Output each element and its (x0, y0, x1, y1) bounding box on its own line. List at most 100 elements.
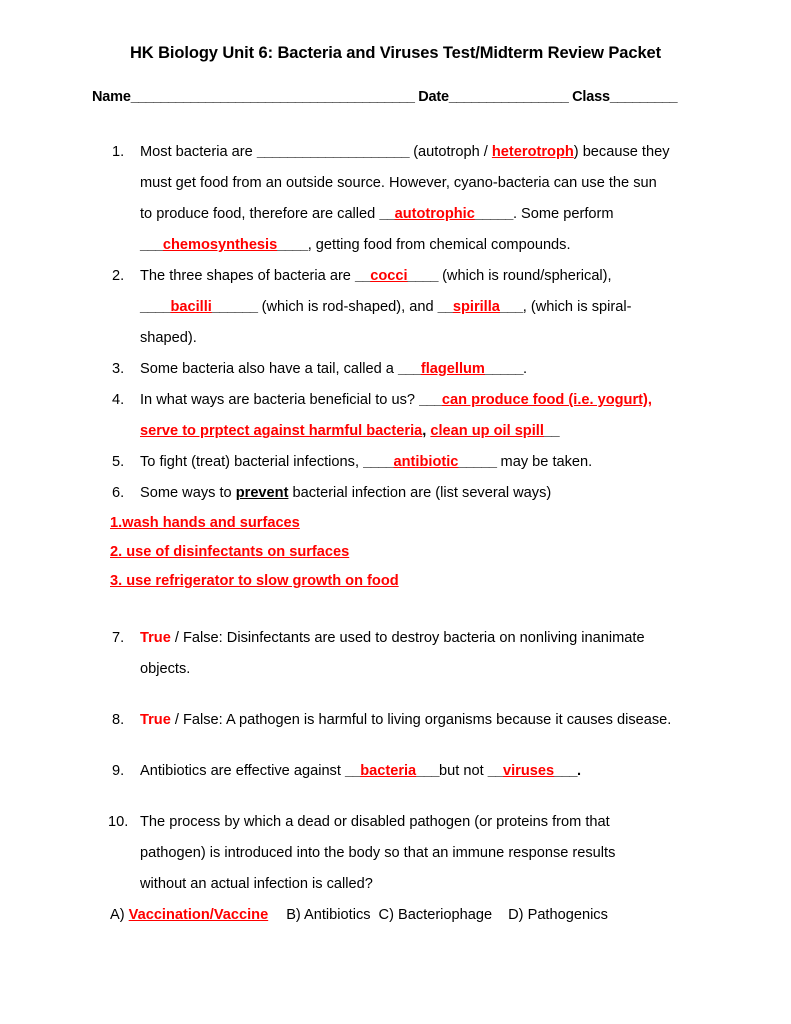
question-3: 3. Some bacteria also have a tail, calle… (0, 354, 791, 385)
q2-blank-2-pre[interactable]: ____ (140, 299, 171, 315)
q9-blank-2-pre[interactable]: __ (488, 763, 504, 779)
q2-text-b: (which is round/spherical), (438, 268, 612, 284)
q3-blank-pre[interactable]: ___ (398, 361, 421, 377)
question-7: 7. True / False: Disinfectants are used … (0, 623, 791, 685)
question-5: 5. To fight (treat) bacterial infections… (0, 447, 791, 478)
question-10-line-1: The process by which a dead or disabled … (140, 814, 610, 830)
question-10-line-2: pathogen) is introduced into the body so… (140, 845, 616, 861)
question-4: 4. In what ways are bacteria beneficial … (0, 385, 791, 447)
choice-c[interactable]: C) Bacteriophage (379, 907, 493, 923)
worksheet-page: HK Biology Unit 6: Bacteria and Viruses … (0, 0, 791, 1024)
q9-text-a: Antibiotics are effective against (140, 763, 345, 779)
question-6-answer-1: 1.wash hands and surfaces (0, 509, 791, 538)
question-6-number: 6. (112, 485, 125, 501)
q6-answer-text-1: 1.wash hands and surfaces (110, 515, 300, 531)
q1-text-e: . Some perform (512, 206, 614, 222)
question-1-number: 1. (112, 144, 125, 160)
q1-answer-chemosynthesis: chemosynthesis (162, 237, 278, 253)
q4-text-a: In what ways are bacteria beneficial to … (140, 392, 420, 408)
q9-blank-2-post[interactable]: ___ (554, 763, 577, 779)
question-1-line-1: Most bacteria are ____________________ (… (140, 137, 706, 168)
q9-answer-bacteria: bacteria (360, 763, 417, 779)
class-blank[interactable]: _________ (610, 89, 678, 105)
q9-blank-1-post[interactable]: ___ (416, 763, 439, 779)
q6-emphasis-prevent: prevent (235, 485, 289, 501)
q4-answer-part-3: clean up oil spill (430, 423, 544, 439)
q4-blank-post[interactable]: __ (544, 423, 560, 439)
q9-text-b: but not (439, 763, 488, 779)
question-9: 9. Antibiotics are effective against __b… (0, 756, 791, 787)
q2-blank-3-post[interactable]: ___ (500, 299, 523, 315)
question-10-number: 10. (108, 814, 129, 830)
question-9-line-1: Antibiotics are effective against __bact… (140, 756, 706, 787)
q1-blank-3-pre[interactable]: ___ (140, 237, 163, 253)
class-label: Class (572, 89, 610, 105)
q6-text-b: bacterial infection are (list several wa… (288, 485, 552, 501)
question-2: 2. The three shapes of bacteria are __co… (0, 261, 791, 354)
q3-blank-post[interactable]: _____ (485, 361, 524, 377)
name-blank[interactable]: ______________________________________ (131, 89, 415, 105)
question-8: 8. True / False: A pathogen is harmful t… (0, 705, 791, 736)
question-10-choices: A) Vaccination/Vaccine B) Antibiotics C) B… (0, 900, 791, 931)
question-6-answer-3: 3. use refrigerator to slow growth on fo… (0, 567, 791, 596)
q2-blank-1-pre[interactable]: __ (355, 268, 371, 284)
question-2-number: 2. (112, 268, 125, 284)
date-blank[interactable]: ________________ (449, 89, 569, 105)
choice-a-answer[interactable]: Vaccination/Vaccine (129, 907, 269, 923)
q5-text-a: To fight (treat) bacterial infections, (140, 454, 364, 470)
question-1-line-4: ___chemosynthesis____, getting food from… (140, 230, 706, 261)
q1-text-a: Most bacteria are (140, 144, 257, 160)
question-8-line-1: True / False: A pathogen is harmful to l… (140, 705, 706, 736)
question-10-line-3: without an actual infection is called? (140, 876, 373, 892)
q1-text-c: ) because they (573, 144, 670, 160)
question-2-line-2: ____bacilli______ (which is rod-shaped),… (140, 292, 706, 323)
q1-blank-2-pre[interactable]: __ (379, 206, 395, 222)
question-5-line-1: To fight (treat) bacterial infections, _… (140, 447, 706, 478)
q4-blank-pre[interactable]: ___ (419, 392, 442, 408)
date-label: Date (418, 89, 449, 105)
q1-answer-autotrophic: autotrophic (394, 206, 475, 222)
q7-text-a: / False: Disinfectants are used to destr… (170, 630, 645, 646)
q3-text-a: Some bacteria also have a tail, called a (140, 361, 398, 377)
q8-text-a: / False: A pathogen is harmful to living… (170, 712, 672, 728)
spacer-before-q10 (0, 787, 791, 807)
question-3-number: 3. (112, 361, 125, 377)
q8-answer-true: True (140, 712, 171, 728)
q2-answer-spirilla: spirilla (452, 299, 500, 315)
question-7-number: 7. (112, 630, 125, 646)
q5-text-b: may be taken. (496, 454, 593, 470)
q2-blank-2-post[interactable]: ______ (212, 299, 258, 315)
q1-text-b: (autotroph / (409, 144, 492, 160)
q9-answer-viruses: viruses (502, 763, 555, 779)
question-5-number: 5. (112, 454, 125, 470)
q2-text-d: , (which is spiral- (522, 299, 632, 315)
q9-blank-1-pre[interactable]: __ (345, 763, 361, 779)
q1-text-f: , getting food from chemical compounds. (307, 237, 571, 253)
name-label: Name (92, 89, 131, 105)
q9-text-c: . (576, 763, 581, 779)
q1-blank-1[interactable]: ____________________ (257, 144, 410, 160)
choice-d[interactable]: D) Pathogenics (508, 907, 608, 923)
q7-answer-true: True (140, 630, 171, 646)
name-date-class-line: Name____________________________________… (92, 89, 704, 105)
question-1-line-2: must get food from an outside source. Ho… (140, 175, 657, 191)
page-title: HK Biology Unit 6: Bacteria and Viruses … (129, 44, 662, 62)
spacer-before-q8 (0, 685, 791, 705)
q1-answer-heterotroph: heterotroph (491, 144, 574, 160)
question-6-line-1: Some ways to prevent bacterial infection… (140, 478, 706, 509)
q5-blank-post[interactable]: _____ (458, 454, 497, 470)
q1-blank-2-post[interactable]: _____ (475, 206, 514, 222)
q5-blank-pre[interactable]: ____ (363, 454, 394, 470)
question-7-line-1: True / False: Disinfectants are used to … (140, 623, 706, 654)
choice-a-label: A) (110, 907, 129, 923)
q2-blank-1-post[interactable]: ____ (408, 268, 439, 284)
q2-text-a: The three shapes of bacteria are (140, 268, 355, 284)
q1-blank-3-post[interactable]: ____ (277, 237, 308, 253)
choice-b[interactable]: B) Antibiotics (286, 907, 370, 923)
q2-text-c: (which is rod-shaped), and (257, 299, 438, 315)
question-2-line-1: The three shapes of bacteria are __cocci… (140, 261, 706, 292)
q2-answer-bacilli: bacilli (170, 299, 212, 315)
q3-text-b: . (523, 361, 528, 377)
q2-blank-3-pre[interactable]: __ (438, 299, 454, 315)
question-1-line-3: to produce food, therefore are called __… (140, 199, 706, 230)
